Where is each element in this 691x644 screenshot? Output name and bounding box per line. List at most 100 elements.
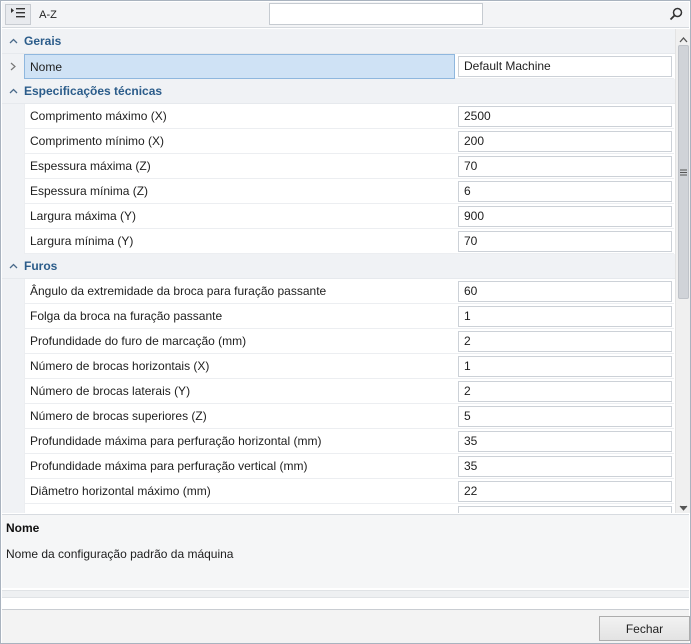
- property-grid: Gerais Nome Especificações técnicas Comprim…: [2, 29, 675, 513]
- property-row[interactable]: Profundidade máxima para perfuração vert…: [2, 454, 675, 479]
- row-gutter: [2, 204, 24, 229]
- property-value-input[interactable]: [458, 230, 672, 252]
- row-gutter: [2, 404, 24, 429]
- property-name[interactable]: Profundidade do furo de marcação (mm): [24, 329, 455, 354]
- property-name[interactable]: Espessura máxima (Z): [24, 154, 455, 179]
- category-header[interactable]: Gerais: [2, 29, 675, 54]
- property-name[interactable]: Número de brocas laterais (Y): [24, 379, 455, 404]
- property-name[interactable]: Largura máxima (Y): [24, 204, 455, 229]
- property-value-cell: [455, 329, 674, 354]
- property-value-input[interactable]: [458, 430, 672, 452]
- row-gutter: [2, 479, 24, 504]
- property-value-input[interactable]: [458, 180, 672, 202]
- property-row[interactable]: Comprimento mínimo (X): [2, 129, 675, 154]
- row-gutter: [2, 429, 24, 454]
- category-label: Especificações técnicas: [24, 84, 163, 98]
- row-gutter: [2, 379, 24, 404]
- category-label: Furos: [24, 259, 58, 273]
- property-name[interactable]: Profundidade máxima para perfuração vert…: [24, 454, 455, 479]
- property-row[interactable]: Largura máxima (Y): [2, 204, 675, 229]
- property-value-cell: [455, 479, 674, 504]
- panel-splitter[interactable]: [2, 590, 689, 598]
- property-name[interactable]: Profundidade máxima para perfuração hori…: [24, 429, 455, 454]
- property-value-cell: [455, 179, 674, 204]
- property-value-cell: [455, 304, 674, 329]
- property-value-input[interactable]: [458, 480, 672, 502]
- property-value-input[interactable]: [458, 205, 672, 227]
- search-button[interactable]: [666, 5, 686, 25]
- chevron-up-icon[interactable]: [2, 88, 24, 94]
- property-value-input[interactable]: [458, 155, 672, 177]
- description-text: Nome da configuração padrão da máquina: [6, 547, 234, 561]
- row-gutter: [2, 354, 24, 379]
- property-value-input[interactable]: [458, 455, 672, 477]
- vertical-scrollbar[interactable]: [675, 29, 690, 513]
- description-panel: Nome Nome da configuração padrão da máqu…: [2, 514, 689, 588]
- property-row[interactable]: Nome: [2, 54, 675, 79]
- row-gutter: [2, 229, 24, 254]
- chevron-right-icon: [10, 60, 16, 74]
- property-value-cell: [455, 279, 674, 304]
- property-value-cell: [455, 429, 674, 454]
- property-row[interactable]: Diâmetro horizontal máximo (mm): [2, 479, 675, 504]
- row-gutter: [2, 104, 24, 129]
- close-button[interactable]: Fechar: [599, 616, 690, 641]
- row-gutter: [2, 279, 24, 304]
- search-input[interactable]: [269, 3, 483, 25]
- alphabetical-view-button[interactable]: A-Z: [34, 4, 62, 25]
- row-gutter: [2, 504, 24, 513]
- property-value-cell: [455, 229, 674, 254]
- property-value-input[interactable]: [458, 355, 672, 377]
- scroll-down-arrow-icon[interactable]: [679, 501, 688, 511]
- property-value-input[interactable]: [458, 405, 672, 427]
- property-value-cell: [455, 379, 674, 404]
- chevron-up-icon[interactable]: [2, 38, 24, 44]
- property-row[interactable]: Número de brocas laterais (Y): [2, 379, 675, 404]
- property-row[interactable]: Largura mínima (Y): [2, 229, 675, 254]
- property-value-input[interactable]: [458, 55, 672, 77]
- property-name[interactable]: Ângulo da extremidade da broca para fura…: [24, 279, 455, 304]
- property-name[interactable]: Espessura mínima (Z): [24, 179, 455, 204]
- property-value-input[interactable]: [458, 505, 672, 513]
- property-row[interactable]: Ângulo da extremidade da broca para fura…: [2, 279, 675, 304]
- property-value-cell: [455, 454, 674, 479]
- categorized-view-button[interactable]: [5, 4, 31, 25]
- scrollbar-thumb[interactable]: [678, 45, 689, 299]
- property-value-input[interactable]: [458, 305, 672, 327]
- property-row[interactable]: Comprimento máximo (X): [2, 104, 675, 129]
- property-row[interactable]: Número de brocas superiores (Z): [2, 404, 675, 429]
- property-value-input[interactable]: [458, 330, 672, 352]
- property-row[interactable]: Profundidade do furo de marcação (mm): [2, 329, 675, 354]
- property-name[interactable]: Número de brocas superiores (Z): [24, 404, 455, 429]
- row-gutter: [2, 129, 24, 154]
- property-name[interactable]: Folga da broca na furação passante: [24, 304, 455, 329]
- categorized-list-icon: [10, 7, 26, 22]
- property-value-input[interactable]: [458, 105, 672, 127]
- property-row[interactable]: Espessura máxima (Z): [2, 154, 675, 179]
- property-row[interactable]: [2, 504, 675, 513]
- property-value-input[interactable]: [458, 130, 672, 152]
- property-name[interactable]: Comprimento máximo (X): [24, 104, 455, 129]
- category-header[interactable]: Furos: [2, 254, 675, 279]
- property-name[interactable]: Nome: [24, 54, 455, 79]
- grip-icon: [680, 165, 687, 179]
- category-header[interactable]: Especificações técnicas: [2, 79, 675, 104]
- property-value-cell: [455, 204, 674, 229]
- property-row[interactable]: Folga da broca na furação passante: [2, 304, 675, 329]
- row-gutter: [2, 154, 24, 179]
- property-name[interactable]: Diâmetro horizontal máximo (mm): [24, 479, 455, 504]
- property-value-cell: [455, 504, 674, 513]
- chevron-up-icon[interactable]: [2, 263, 24, 269]
- property-name[interactable]: Largura mínima (Y): [24, 229, 455, 254]
- scroll-up-arrow-icon[interactable]: [679, 33, 688, 43]
- property-row[interactable]: Profundidade máxima para perfuração hori…: [2, 429, 675, 454]
- property-name[interactable]: [24, 504, 455, 513]
- property-window: A-Z Gerais Nome Especificações técnicas Com…: [0, 0, 691, 644]
- row-gutter: [2, 179, 24, 204]
- property-name[interactable]: Comprimento mínimo (X): [24, 129, 455, 154]
- property-row[interactable]: Número de brocas horizontais (X): [2, 354, 675, 379]
- property-row[interactable]: Espessura mínima (Z): [2, 179, 675, 204]
- property-name[interactable]: Número de brocas horizontais (X): [24, 354, 455, 379]
- property-value-input[interactable]: [458, 280, 672, 302]
- property-value-input[interactable]: [458, 380, 672, 402]
